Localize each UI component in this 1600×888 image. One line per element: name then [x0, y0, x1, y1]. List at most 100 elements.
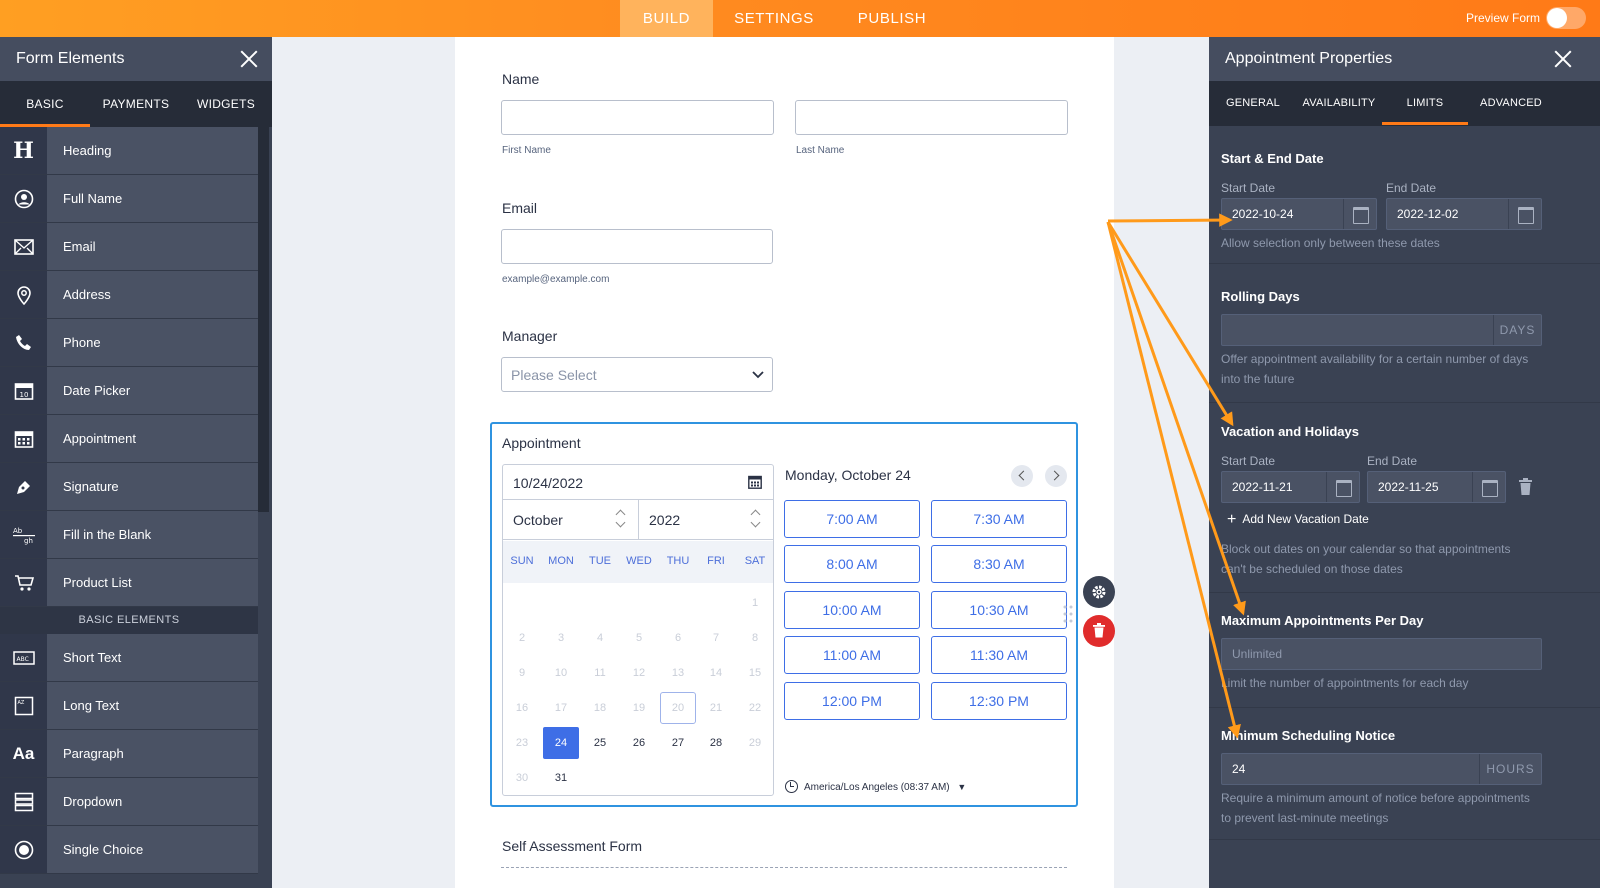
delete-field-button[interactable]: [1083, 615, 1115, 647]
element-address[interactable]: Address: [0, 271, 258, 319]
year-spinner-icon[interactable]: [751, 509, 761, 529]
vacation-start-input[interactable]: 2022-11-21: [1221, 471, 1360, 503]
time-slot[interactable]: 12:30 PM: [931, 682, 1067, 720]
element-fill-in-the-blank[interactable]: Ab gh Fill in the Blank: [0, 511, 258, 559]
svg-text:ABC: ABC: [16, 656, 28, 663]
manager-select[interactable]: Please Select: [501, 357, 773, 392]
calendar-day[interactable]: 26: [621, 727, 657, 759]
time-slot[interactable]: 7:30 AM: [931, 500, 1067, 538]
tab-settings[interactable]: SETTINGS: [718, 0, 830, 37]
weekday-label: TUE: [589, 555, 611, 567]
calendar-day[interactable]: 25: [582, 727, 618, 759]
element-date-picker[interactable]: 10 Date Picker: [0, 367, 258, 415]
calendar-day: 23: [515, 737, 529, 749]
field-settings-button[interactable]: [1083, 576, 1115, 608]
next-day-button[interactable]: [1045, 465, 1067, 487]
month-spinner-icon[interactable]: [616, 509, 626, 529]
tab-basic[interactable]: BASIC: [0, 81, 90, 127]
element-email[interactable]: Email: [0, 223, 258, 271]
calendar-day: 10: [554, 667, 568, 679]
active-tab-indicator: [1382, 122, 1468, 125]
fill-blank-icon: Ab gh: [0, 511, 47, 558]
time-slot[interactable]: 10:00 AM: [784, 591, 920, 629]
start-end-help: Allow selection only between these dates: [1221, 236, 1440, 250]
tab-payments[interactable]: PAYMENTS: [90, 81, 182, 127]
scrollbar-thumb[interactable]: [258, 127, 269, 512]
tab-limits[interactable]: LIMITS: [1382, 81, 1468, 126]
date-input[interactable]: 10/24/2022: [503, 465, 773, 500]
calendar-day[interactable]: 28: [698, 727, 734, 759]
element-long-text[interactable]: AZ Long Text: [0, 682, 258, 730]
calendar-icon[interactable]: [1472, 472, 1505, 502]
tab-general[interactable]: GENERAL: [1211, 81, 1295, 126]
calendar-day-selected[interactable]: 24: [543, 727, 579, 759]
calendar-icon[interactable]: [1343, 199, 1376, 229]
tab-widgets[interactable]: WIDGETS: [182, 81, 270, 127]
time-slot[interactable]: 8:30 AM: [931, 545, 1067, 583]
trash-icon[interactable]: [1519, 478, 1532, 495]
gear-icon: [1092, 585, 1106, 599]
end-date-input[interactable]: 2022-12-02: [1386, 198, 1542, 230]
weekday-label: SUN: [510, 555, 534, 567]
element-list-scrollbar[interactable]: [258, 127, 272, 888]
rolling-days-title: Rolling Days: [1221, 289, 1300, 304]
weekday-label: WED: [626, 555, 652, 567]
last-name-input[interactable]: [795, 100, 1068, 135]
element-product-list[interactable]: Product List: [0, 559, 258, 607]
element-signature[interactable]: Signature: [0, 463, 258, 511]
vacation-end-input[interactable]: 2022-11-25: [1367, 471, 1506, 503]
month-select[interactable]: October: [503, 500, 639, 540]
first-name-input[interactable]: [501, 100, 774, 135]
time-slot[interactable]: 7:00 AM: [784, 500, 920, 538]
svg-text:AZ: AZ: [17, 700, 24, 706]
max-appointments-input[interactable]: Unlimited: [1221, 638, 1542, 670]
time-slot[interactable]: 8:00 AM: [784, 545, 920, 583]
preview-form-toggle[interactable]: [1546, 7, 1586, 29]
weekday-label: SAT: [744, 555, 766, 567]
min-notice-input[interactable]: 24 HOURS: [1221, 753, 1542, 785]
element-phone[interactable]: Phone: [0, 319, 258, 367]
element-heading[interactable]: H Heading: [0, 127, 258, 175]
time-slot[interactable]: 11:00 AM: [784, 636, 920, 674]
calendar-icon[interactable]: [1508, 199, 1541, 229]
drag-handle-icon[interactable]: [1063, 604, 1073, 624]
calendar-day[interactable]: 27: [660, 727, 696, 759]
calendar-day: 5: [635, 632, 643, 644]
close-icon[interactable]: [1554, 50, 1572, 68]
rolling-days-section: Rolling Days DAYS Offer appointment avai…: [1209, 264, 1600, 403]
calendar-icon[interactable]: [748, 475, 762, 489]
time-slot[interactable]: 10:30 AM: [931, 591, 1067, 629]
email-input[interactable]: [501, 229, 773, 264]
element-full-name[interactable]: Full Name: [0, 175, 258, 223]
short-text-icon: ABC: [0, 634, 47, 681]
rolling-days-input[interactable]: DAYS: [1221, 314, 1542, 346]
top-bar: BUILD SETTINGS PUBLISH Preview Form: [0, 0, 1600, 37]
time-slot[interactable]: 12:00 PM: [784, 682, 920, 720]
appointment-calendar: 10/24/2022 October 2022 SUN MON TUE WED …: [502, 464, 774, 796]
element-short-text[interactable]: ABC Short Text: [0, 634, 258, 682]
year-select[interactable]: 2022: [639, 500, 773, 540]
appointment-field[interactable]: Appointment 10/24/2022 October 2022 SUN …: [490, 422, 1078, 807]
close-icon[interactable]: [240, 50, 258, 68]
timezone-selector[interactable]: America/Los Angeles (08:37 AM) ▼: [785, 780, 966, 793]
min-notice-value: 24: [1232, 762, 1246, 776]
start-end-date-section: Start & End Date Start Date End Date 202…: [1209, 126, 1600, 264]
element-appointment[interactable]: Appointment: [0, 415, 258, 463]
max-appointments-section: Maximum Appointments Per Day Unlimited L…: [1209, 593, 1600, 708]
element-paragraph[interactable]: Aa Paragraph: [0, 730, 258, 778]
element-dropdown[interactable]: Dropdown: [0, 778, 258, 826]
calendar-day[interactable]: 31: [543, 762, 579, 794]
add-vacation-date-link[interactable]: + Add New Vacation Date: [1227, 511, 1369, 529]
tab-build[interactable]: BUILD: [620, 0, 713, 37]
prev-day-button[interactable]: [1011, 465, 1033, 487]
calendar-day: 19: [632, 702, 646, 714]
element-single-choice[interactable]: Single Choice: [0, 826, 258, 874]
tab-publish[interactable]: PUBLISH: [840, 0, 944, 37]
time-slot[interactable]: 11:30 AM: [931, 636, 1067, 674]
weekday-header: SUN MON TUE WED THU FRI SAT: [503, 541, 773, 583]
start-date-input[interactable]: 2022-10-24: [1221, 198, 1377, 230]
calendar-icon[interactable]: [1326, 472, 1359, 502]
hours-suffix: HOURS: [1479, 754, 1541, 784]
tab-advanced[interactable]: ADVANCED: [1468, 81, 1554, 126]
tab-availability[interactable]: AVAILABILITY: [1295, 81, 1383, 126]
